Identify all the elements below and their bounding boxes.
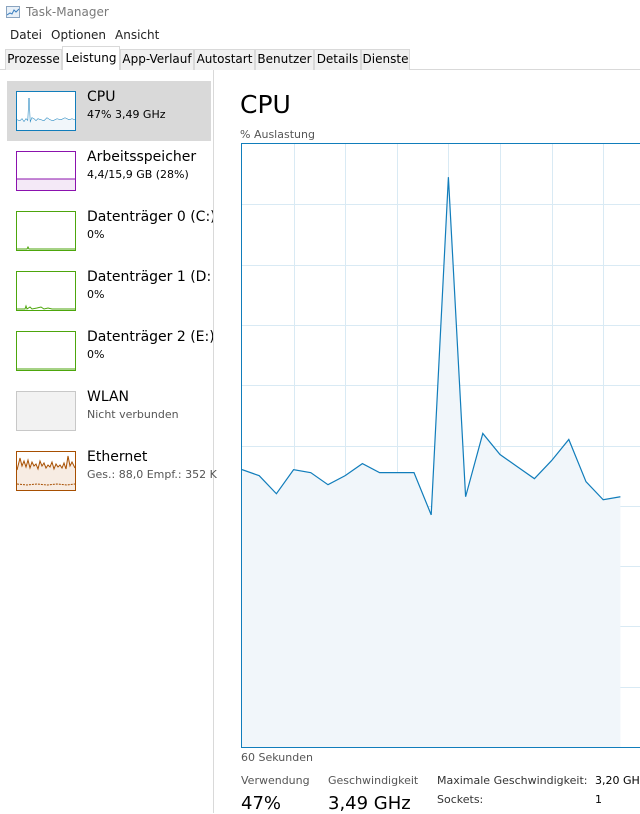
performance-panel: CPU % Auslastung 60 Sekunden Verwendung … (214, 70, 640, 813)
sidebar-item-disk-0[interactable]: Datenträger 0 (C:) 0% (7, 201, 211, 261)
memory-thumbnail-graph (16, 151, 76, 191)
sidebar-item-disk-2[interactable]: Datenträger 2 (E:) 0% (7, 321, 211, 381)
sidebar-item-label: Arbeitsspeicher (87, 149, 213, 165)
usage-value: 47% (241, 793, 281, 814)
max-speed-value: 3,20 GHz (595, 774, 640, 787)
title-bar: Task-Manager (0, 0, 640, 24)
tab-autostart[interactable]: Autostart (194, 49, 255, 70)
max-speed-label: Maximale Geschwindigkeit: (437, 774, 587, 787)
sidebar-item-label: Datenträger 0 (C:) (87, 209, 213, 225)
wlan-thumbnail-graph (16, 391, 76, 431)
sidebar-item-ethernet[interactable]: Ethernet Ges.: 88,0 Empf.: 352 KB (7, 441, 211, 501)
sidebar-item-label: WLAN (87, 389, 213, 405)
tab-app-verlauf[interactable]: App-Verlauf (120, 49, 194, 70)
cpu-graph-svg (242, 144, 640, 747)
sidebar-item-disk-1[interactable]: Datenträger 1 (D: C 0% (7, 261, 211, 321)
disk-0-thumbnail-graph (16, 211, 76, 251)
tab-prozesse[interactable]: Prozesse (5, 49, 62, 70)
page-title: CPU (240, 90, 291, 119)
sidebar-item-cpu[interactable]: CPU 47% 3,49 GHz (7, 81, 211, 141)
menu-bar: Datei Optionen Ansicht (0, 24, 640, 46)
menu-datei[interactable]: Datei (10, 28, 42, 42)
sidebar-item-wlan[interactable]: WLAN Nicht verbunden (7, 381, 211, 441)
cpu-usage-area (242, 177, 620, 747)
sidebar-item-label: CPU (87, 89, 213, 105)
sidebar-item-value: 4,4/15,9 GB (28%) (87, 168, 217, 181)
speed-value: 3,49 GHz (328, 793, 411, 814)
tab-details[interactable]: Details (314, 49, 361, 70)
sidebar-item-value: 0% (87, 288, 217, 301)
tab-dienste[interactable]: Dienste (361, 49, 410, 70)
disk-1-thumbnail-graph (16, 271, 76, 311)
cpu-thumbnail-graph (16, 91, 76, 131)
task-manager-icon (6, 6, 20, 18)
sockets-value: 1 (595, 793, 602, 806)
x-axis-label: 60 Sekunden (241, 751, 313, 764)
y-axis-label: % Auslastung (240, 128, 315, 141)
menu-ansicht[interactable]: Ansicht (115, 28, 159, 42)
tab-benutzer[interactable]: Benutzer (255, 49, 314, 70)
sidebar-item-value: 0% (87, 228, 217, 241)
sidebar-item-label: Datenträger 2 (E:) (87, 329, 213, 345)
tab-leistung[interactable]: Leistung (62, 46, 120, 70)
tab-bar: Prozesse Leistung App-Verlauf Autostart … (0, 46, 640, 70)
sidebar-item-label: Datenträger 1 (D: C (87, 269, 213, 285)
sidebar-item-value: 47% 3,49 GHz (87, 108, 217, 121)
window-title: Task-Manager (26, 5, 109, 19)
speed-label: Geschwindigkeit (328, 774, 418, 787)
sidebar-item-value: 0% (87, 348, 217, 361)
sidebar-item-label: Ethernet (87, 449, 213, 465)
sidebar-item-memory[interactable]: Arbeitsspeicher 4,4/15,9 GB (28%) (7, 141, 211, 201)
usage-label: Verwendung (241, 774, 310, 787)
sidebar-item-value: Nicht verbunden (87, 408, 217, 421)
cpu-usage-graph (241, 143, 640, 748)
ethernet-thumbnail-graph (16, 451, 76, 491)
disk-2-thumbnail-graph (16, 331, 76, 371)
menu-optionen[interactable]: Optionen (51, 28, 106, 42)
sidebar-item-value: Ges.: 88,0 Empf.: 352 KB (87, 468, 217, 481)
resource-sidebar: CPU 47% 3,49 GHz Arbeitsspeicher 4,4/15,… (0, 70, 214, 813)
sockets-label: Sockets: (437, 793, 483, 806)
